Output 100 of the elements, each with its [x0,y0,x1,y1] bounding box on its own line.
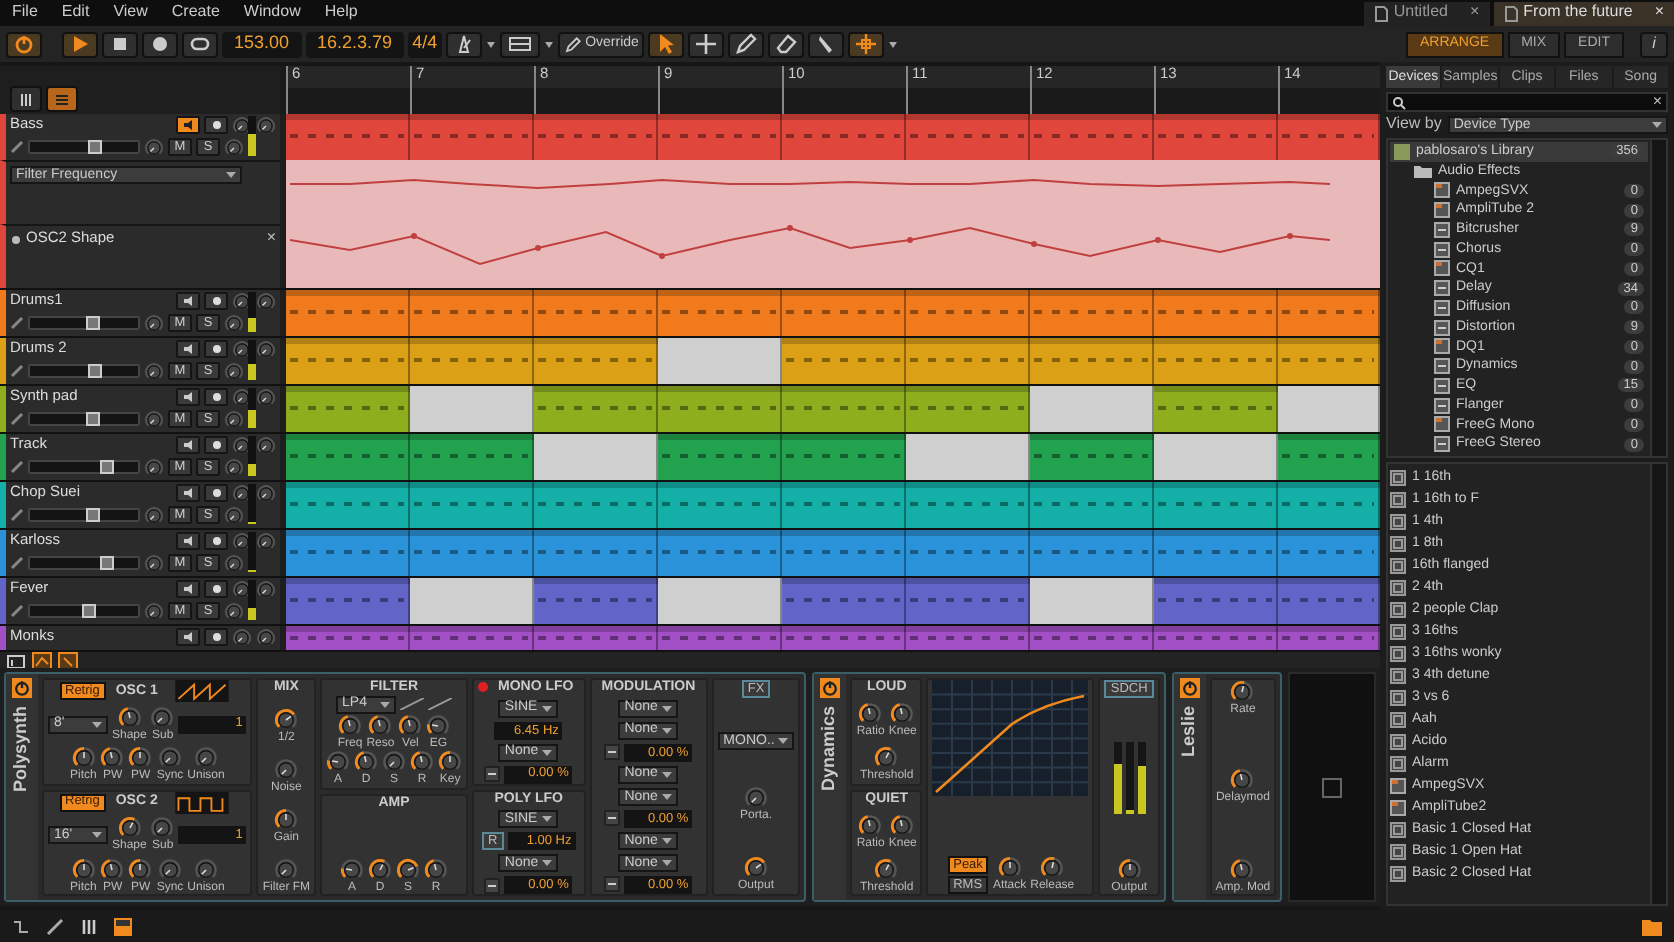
clip[interactable] [782,290,906,336]
clip[interactable] [534,290,658,336]
send-knob[interactable] [232,627,252,647]
project-tab[interactable]: Untitled × [1363,1,1490,25]
clip[interactable] [782,530,906,576]
knob[interactable] [338,713,363,738]
knob[interactable] [100,857,125,881]
send-knob[interactable] [232,435,252,455]
folder-icon[interactable] [1642,917,1662,935]
clip[interactable] [534,482,658,528]
clip[interactable] [906,482,1030,528]
speaker-button[interactable] [176,484,200,502]
loop-button[interactable] [182,31,218,57]
pan-knob[interactable] [144,505,164,525]
knob[interactable] [326,750,351,775]
send-knob[interactable] [224,553,244,573]
knob[interactable] [410,750,435,775]
volume-fader[interactable] [28,316,140,330]
speaker-button[interactable] [176,340,200,358]
clip[interactable] [1030,338,1154,384]
send-knob[interactable] [256,339,276,359]
volume-fader[interactable] [28,364,140,378]
send-knob[interactable] [232,339,252,359]
send-knob[interactable] [224,313,244,333]
clip[interactable] [410,114,534,160]
send-knob[interactable] [232,531,252,551]
knob[interactable] [117,816,142,841]
pan-knob[interactable] [144,313,164,333]
pan-knob[interactable] [144,361,164,381]
send-knob[interactable] [232,483,252,503]
knob[interactable] [340,857,365,881]
speaker-button[interactable] [176,628,200,646]
knob[interactable] [744,785,768,810]
stepper-icon[interactable] [484,766,501,782]
send-knob[interactable] [224,457,244,477]
menu-item[interactable]: Edit [49,4,102,22]
clip[interactable] [1278,338,1380,384]
arm-button[interactable] [204,388,228,406]
clip[interactable] [658,482,782,528]
arm-button[interactable] [204,436,228,454]
send-knob[interactable] [224,601,244,621]
automation-icon[interactable] [32,652,52,672]
close-icon[interactable]: × [266,230,276,248]
clip[interactable] [1154,626,1278,650]
knob[interactable] [396,857,421,881]
knob[interactable] [158,857,182,881]
clip[interactable] [534,626,658,650]
clip[interactable] [658,386,782,432]
knob[interactable] [1040,856,1065,881]
clip[interactable] [534,338,658,384]
stepper-icon[interactable] [604,744,621,761]
clip[interactable] [534,578,658,624]
clip[interactable] [286,386,410,432]
menu-item[interactable]: View [101,4,160,22]
clip[interactable] [1030,626,1154,650]
clip[interactable] [534,386,658,432]
pan-knob[interactable] [144,409,164,429]
clip[interactable] [286,626,410,650]
clip[interactable] [286,338,410,384]
metronome-button[interactable] [445,31,482,57]
clip[interactable] [1278,530,1380,576]
knob[interactable] [424,857,449,881]
knob[interactable] [858,813,883,838]
volume-fader[interactable] [28,508,140,522]
grid-view-button[interactable] [10,86,42,112]
io-icon[interactable] [6,652,26,672]
knob[interactable] [71,857,96,881]
send-knob[interactable] [224,409,244,429]
knob[interactable] [874,746,899,770]
clip[interactable] [906,338,1030,384]
pan-knob[interactable] [144,457,164,477]
clip[interactable] [1278,114,1380,160]
knob[interactable] [382,750,407,775]
volume-fader[interactable] [28,556,140,570]
range-tool[interactable] [688,31,725,57]
scrollbar[interactable] [1650,140,1666,456]
clip[interactable] [1030,482,1154,528]
clip[interactable] [1030,290,1154,336]
speaker-button[interactable] [176,116,200,134]
arm-button[interactable] [204,340,228,358]
knob[interactable] [368,857,393,881]
knife-tool[interactable] [808,31,845,57]
close-icon[interactable]: × [1654,4,1664,22]
knob[interactable] [1230,680,1255,704]
clip[interactable] [286,530,410,576]
knob[interactable] [368,713,393,738]
clip[interactable] [782,626,906,650]
clip[interactable] [410,290,534,336]
knob[interactable] [997,856,1022,881]
knob[interactable] [438,750,463,775]
device-panel-icon[interactable] [114,917,132,935]
knob[interactable] [274,807,299,832]
clip[interactable] [410,482,534,528]
send-knob[interactable] [256,435,276,455]
add-device-icon[interactable] [1322,777,1343,797]
tempo-display[interactable]: 153.00 [222,31,302,57]
clip[interactable] [782,114,906,160]
arm-button[interactable] [204,484,228,502]
arm-button[interactable] [204,532,228,550]
clip[interactable] [658,290,782,336]
